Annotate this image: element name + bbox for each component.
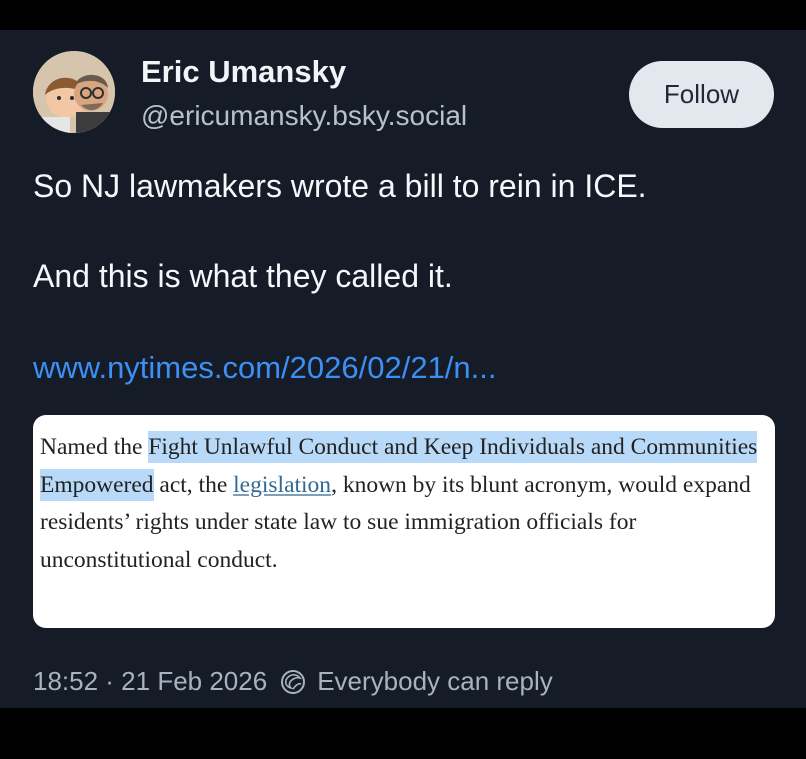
quote-text-part-1: Named the [40,434,149,460]
post-footer: 18:52 · 21 Feb 2026 Everybody can reply [33,666,553,697]
quoted-article-text: Named the Fight Unlawful Conduct and Kee… [40,429,760,579]
reply-permission-icon [279,668,307,696]
quoted-article-screenshot[interactable]: Named the Fight Unlawful Conduct and Kee… [33,415,775,628]
follow-button[interactable]: Follow [629,61,774,128]
author-handle[interactable]: @ericumansky.bsky.social [141,100,467,132]
post-text-line-2: And this is what they called it. [33,258,453,294]
article-link[interactable]: www.nytimes.com/2026/02/21/n... [33,350,497,386]
quote-text-part-2: act, the [153,471,234,498]
author-avatar[interactable] [33,51,115,133]
reply-setting-label[interactable]: Everybody can reply [317,666,553,697]
author-name[interactable]: Eric Umansky [141,54,346,90]
legislation-link[interactable]: legislation [233,472,331,498]
post-text-line-1: So NJ lawmakers wrote a bill to rein in … [33,168,647,204]
avatar-image [33,51,115,133]
bluesky-post-card: Eric Umansky @ericumansky.bsky.social Fo… [0,30,806,708]
post-timestamp: 18:52 · 21 Feb 2026 [33,666,268,696]
